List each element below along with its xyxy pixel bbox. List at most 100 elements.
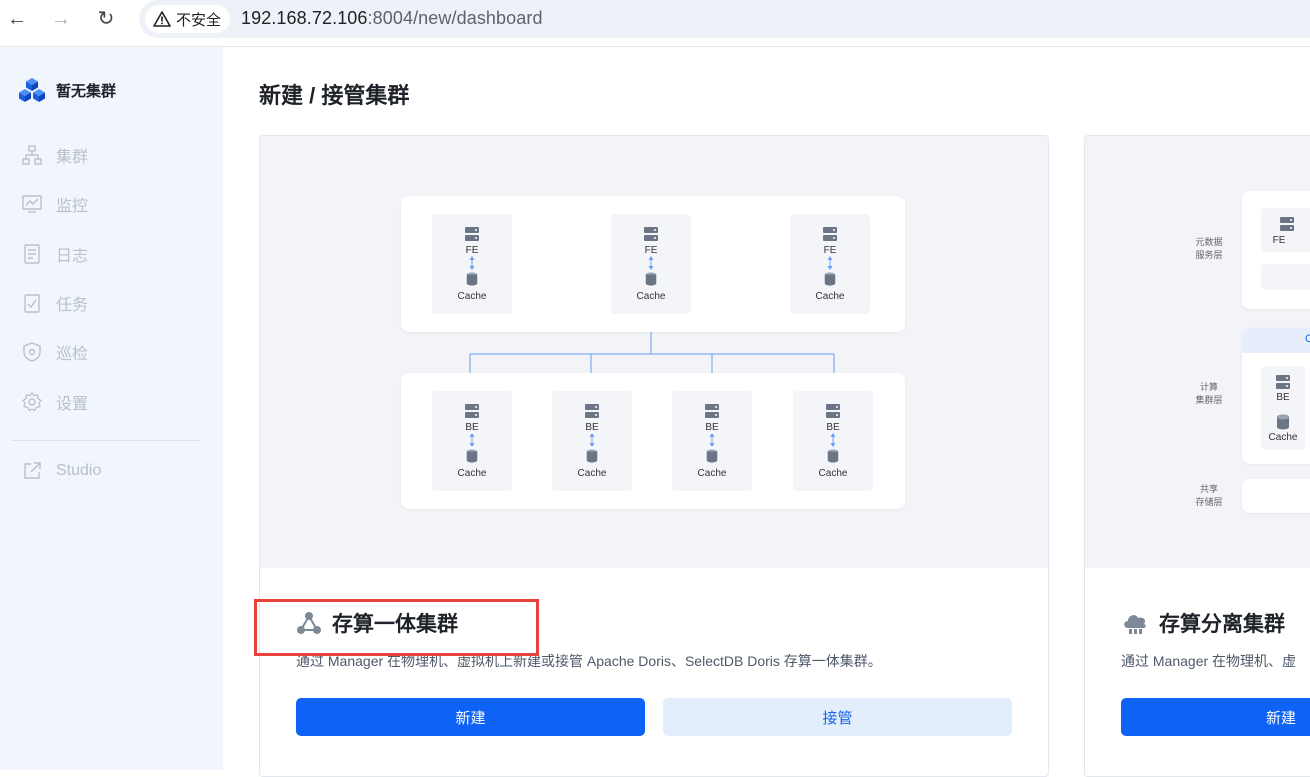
server-icon xyxy=(826,404,840,418)
reload-icon[interactable]: ↻ xyxy=(93,6,119,32)
browser-toolbar: ← → ↻ 不安全 192.168.72.106:8004/new/dashbo… xyxy=(0,0,1310,40)
node-label: Cache xyxy=(457,468,487,479)
be-node: BE Cache xyxy=(552,391,632,491)
database-icon xyxy=(824,272,836,286)
log-icon xyxy=(24,244,40,264)
node-label: BE xyxy=(465,422,479,433)
node-label: BE xyxy=(585,422,599,433)
logo-icon xyxy=(19,78,45,102)
sidebar-item-studio[interactable]: Studio xyxy=(22,461,101,481)
sidebar-item-label: 任务 xyxy=(56,297,89,314)
card-separated-cluster: 元数据服务层 计算集群层 共享存储层 FE C BE Cache 存算分离集群 xyxy=(1084,135,1310,777)
node-label: FE xyxy=(823,245,837,256)
be-node: BE Cache xyxy=(1261,366,1305,450)
card-integrated-cluster: FE Cache FE Cache FE Cache BE Cache BE Cache BE Cac… xyxy=(259,135,1049,777)
warning-icon xyxy=(153,11,171,27)
database-icon xyxy=(645,272,657,286)
cluster-switcher[interactable]: 暂无集群 xyxy=(18,77,116,103)
server-icon xyxy=(1276,375,1290,389)
sidebar-divider xyxy=(12,440,201,441)
sidebar-item-label: Studio xyxy=(56,462,102,479)
node-label: BE xyxy=(826,422,840,433)
url-text[interactable]: 192.168.72.106:8004/new/dashboard xyxy=(241,8,543,29)
database-icon xyxy=(1277,414,1289,430)
server-icon xyxy=(705,404,719,418)
cloud-icon xyxy=(1124,615,1146,634)
back-icon[interactable]: ← xyxy=(4,6,30,32)
server-icon xyxy=(1280,217,1294,231)
node-label: FE xyxy=(644,245,658,256)
new-button[interactable]: 新建 xyxy=(1121,698,1310,736)
server-icon xyxy=(465,227,479,241)
server-icon xyxy=(465,404,479,418)
node-label: FE xyxy=(465,245,479,256)
card-title: 存算分离集群 xyxy=(1121,608,1285,638)
card-description: 通过 Manager 在物理机、虚 xyxy=(1121,653,1297,669)
external-link-icon xyxy=(24,462,41,479)
storage-panel xyxy=(1242,479,1310,513)
url-path: :8004/new/dashboard xyxy=(367,8,543,28)
database-icon xyxy=(706,449,718,463)
be-node: BE Cache xyxy=(672,391,752,491)
bidirectional-arrow-icon xyxy=(469,256,475,270)
address-bar[interactable]: 不安全 192.168.72.106:8004/new/dashboard xyxy=(139,0,1310,38)
fe-node: FE Cache xyxy=(432,214,512,314)
forward-icon[interactable]: → xyxy=(48,6,74,32)
be-node: BE Cache xyxy=(432,391,512,491)
node-label: Cache xyxy=(815,291,845,302)
node-label: Cache xyxy=(697,468,727,479)
sidebar-item-label: 设置 xyxy=(56,396,89,413)
brand-name: 暂无集群 xyxy=(56,82,117,100)
node-label: Cache xyxy=(818,468,848,479)
database-icon xyxy=(586,449,598,463)
sidebar-item-task[interactable]: 任务 xyxy=(22,291,88,315)
cluster-icon xyxy=(22,145,42,165)
database-icon xyxy=(466,272,478,286)
page-title: 新建 / 接管集群 xyxy=(259,83,410,108)
sidebar-item-monitor[interactable]: 监控 xyxy=(22,192,88,216)
architecture-diagram: FE Cache FE Cache FE Cache BE Cache BE Cache BE Cac… xyxy=(260,136,1048,568)
new-button-label: 新建 xyxy=(1265,709,1296,727)
compute-group-header: C xyxy=(1242,328,1310,353)
node-label: Cache xyxy=(577,468,607,479)
compute-group-label: C xyxy=(1305,333,1310,345)
bidirectional-arrow-icon xyxy=(648,256,654,270)
sidebar-item-label: 监控 xyxy=(56,198,89,215)
architecture-diagram: 元数据服务层 计算集群层 共享存储层 FE C BE Cache xyxy=(1085,136,1310,568)
server-icon xyxy=(644,227,658,241)
sidebar-item-log[interactable]: 日志 xyxy=(22,242,88,266)
bidirectional-arrow-icon xyxy=(709,433,715,447)
url-host: 192.168.72.106 xyxy=(241,8,368,28)
meta-node-placeholder xyxy=(1261,264,1310,290)
be-node: BE Cache xyxy=(793,391,873,491)
database-icon xyxy=(827,449,839,463)
fe-node: FE Cache xyxy=(611,214,691,314)
bidirectional-arrow-icon xyxy=(827,256,833,270)
layer-label-storage: 共享 存储层 xyxy=(1195,484,1223,507)
database-icon xyxy=(466,449,478,463)
card-body: 存算分离集群 通过 Manager 在物理机、虚 新建 xyxy=(1085,568,1310,776)
bidirectional-arrow-icon xyxy=(469,433,475,447)
node-label: BE xyxy=(1276,392,1290,403)
sidebar: 暂无集群 集群 监控 日志 任务 巡检 设置 Studio xyxy=(0,47,223,770)
shield-icon xyxy=(23,342,41,362)
node-label: BE xyxy=(705,422,719,433)
monitor-icon xyxy=(22,195,42,213)
node-label: Cache xyxy=(636,291,666,302)
layer-label-compute: 计算 集群层 xyxy=(1195,382,1223,405)
layer-label-meta: 元数据 服务层 xyxy=(1195,237,1223,260)
node-label: Cache xyxy=(457,291,487,302)
sidebar-item-cluster[interactable]: 集群 xyxy=(22,143,88,167)
sidebar-item-inspection[interactable]: 巡检 xyxy=(22,340,88,364)
server-icon xyxy=(823,227,837,241)
task-icon xyxy=(24,294,40,313)
bidirectional-arrow-icon xyxy=(830,433,836,447)
node-label: FE xyxy=(1272,235,1286,246)
sidebar-item-settings[interactable]: 设置 xyxy=(22,390,88,414)
sidebar-item-label: 日志 xyxy=(56,248,89,265)
takeover-button[interactable]: 接管 xyxy=(663,698,1012,736)
new-button[interactable]: 新建 xyxy=(296,698,645,736)
sidebar-item-label: 巡检 xyxy=(56,346,89,363)
highlight-annotation xyxy=(254,599,539,656)
security-chip[interactable]: 不安全 xyxy=(145,5,231,33)
